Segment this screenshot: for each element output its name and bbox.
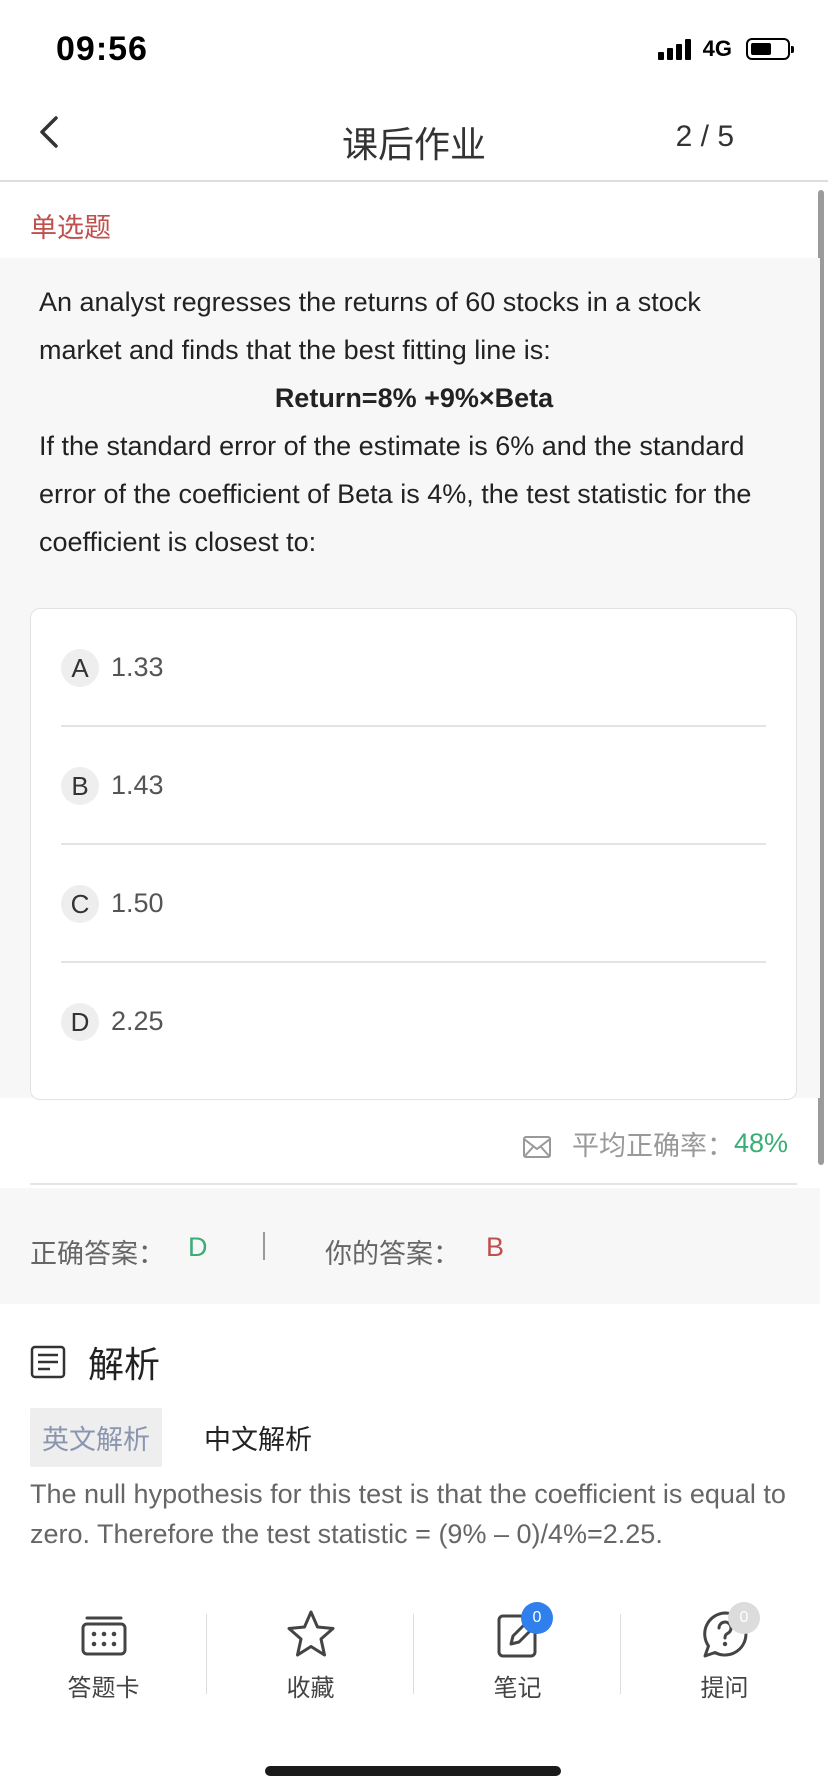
answer-row: 正确答案： D 你的答案： B <box>0 1188 820 1304</box>
question-text: An analyst regresses the returns of 60 s… <box>39 278 789 566</box>
option-b[interactable]: B 1.43 <box>61 727 766 845</box>
question-formula: Return=8% +9%×Beta <box>274 383 554 413</box>
ask-question-button[interactable]: 提问 0 <box>621 1602 828 1708</box>
answer-card-button[interactable]: 答题卡 <box>0 1608 207 1708</box>
question-type-label: 单选题 <box>30 213 111 243</box>
divider <box>263 1232 265 1260</box>
status-time: 09:56 <box>56 30 148 68</box>
option-value: 1.33 <box>111 652 164 682</box>
nav-bar: 课后作业 2 / 5 <box>0 90 828 182</box>
ask-count-badge: 0 <box>728 1602 760 1634</box>
tab-english-analysis[interactable]: 英文解析 <box>30 1408 162 1467</box>
notes-label: 笔记 <box>493 1675 542 1702</box>
question-content: 单选题 An analyst regresses the returns of … <box>0 184 820 1598</box>
option-letter: D <box>61 1003 99 1041</box>
option-a[interactable]: A 1.33 <box>61 609 766 727</box>
option-value: 1.50 <box>111 888 164 918</box>
favorite-label: 收藏 <box>286 1675 335 1702</box>
document-icon <box>30 1345 66 1379</box>
notes-button[interactable]: 笔记 0 <box>414 1602 621 1708</box>
question-stem-1: An analyst regresses the returns of 60 s… <box>39 287 701 365</box>
accuracy-label: 平均正确率： <box>571 1131 734 1161</box>
star-icon <box>287 1610 334 1657</box>
correct-answer-value: D <box>188 1232 208 1262</box>
option-letter: B <box>61 767 99 805</box>
analysis-text: The null hypothesis for this test is tha… <box>30 1479 786 1549</box>
divider <box>30 1183 797 1185</box>
options-card: A 1.33 B 1.43 C 1.50 D 2.25 <box>30 608 797 1100</box>
favorite-button[interactable]: 收藏 <box>207 1608 414 1708</box>
option-d[interactable]: D 2.25 <box>61 963 766 1081</box>
network-type: 4G <box>702 36 732 61</box>
ask-label: 提问 <box>700 1675 749 1702</box>
question-stem-2: If the standard error of the estimate is… <box>39 431 752 557</box>
notes-count-badge: 0 <box>521 1602 553 1634</box>
analysis-header: 解析 <box>30 1336 160 1388</box>
bottom-toolbar: 答题卡 收藏 笔记 0 提问 0 <box>0 1598 828 1792</box>
analysis-title: 解析 <box>88 1344 161 1385</box>
average-accuracy: 平均正确率： 48% <box>522 1124 788 1163</box>
answer-card-label: 答题卡 <box>67 1675 140 1702</box>
signal-icon <box>657 38 691 60</box>
question-progress: 2 / 5 <box>675 120 734 153</box>
option-letter: C <box>61 885 99 923</box>
analysis-language-tabs: 英文解析 中文解析 <box>30 1408 324 1467</box>
option-value: 2.25 <box>111 1006 164 1036</box>
correct-answer-label: 正确答案： <box>30 1239 165 1269</box>
your-answer-label: 你的答案： <box>325 1239 460 1269</box>
option-c[interactable]: C 1.50 <box>61 845 766 963</box>
your-answer-value: B <box>486 1232 505 1262</box>
battery-icon <box>746 38 794 60</box>
answer-card-icon <box>81 1616 126 1656</box>
status-indicators: 4G <box>657 36 794 62</box>
option-letter: A <box>61 649 99 687</box>
option-value: 1.43 <box>111 770 164 800</box>
status-bar: 09:56 4G <box>0 0 828 90</box>
accuracy-value: 48% <box>733 1128 788 1158</box>
mail-icon <box>522 1135 551 1158</box>
home-indicator[interactable] <box>265 1766 561 1776</box>
tab-chinese-analysis[interactable]: 中文解析 <box>192 1408 324 1467</box>
